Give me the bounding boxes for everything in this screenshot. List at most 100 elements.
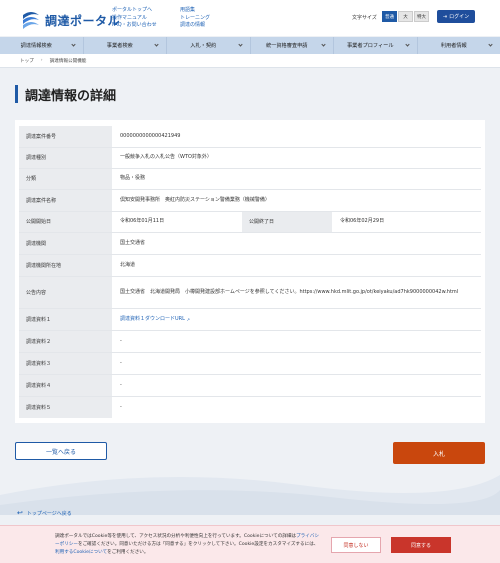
portal-top-link[interactable]: ポータルトップへ — [112, 7, 152, 13]
row-label: 調達種別 — [19, 147, 112, 168]
external-link-icon: ↗ — [186, 316, 190, 322]
row-label: 分類 — [19, 168, 112, 189]
back-to-top-label: トップページへ戻る — [26, 510, 72, 517]
table-row: 調達資料１ 調達資料１ダウンロードURL ↗ — [19, 308, 481, 330]
login-button[interactable]: ⇥ ログイン — [437, 10, 475, 23]
bid-button[interactable]: 入札 — [393, 442, 485, 464]
portal-logo[interactable]: 調達ポータル — [20, 10, 120, 30]
doc1-download-link[interactable]: 調達資料１ダウンロードURL ↗ — [120, 316, 190, 322]
font-size-xlarge-button[interactable]: 特大 — [414, 11, 429, 22]
return-arrow-icon: ↩ — [17, 509, 23, 517]
table-row: 調達機関所在地 北海道 — [19, 254, 481, 276]
detail-table: 調達案件番号 0000000000000421949 調達種別 一般競争入札の入札公… — [19, 126, 481, 418]
back-to-top-link[interactable]: ↩ トップページへ戻る — [17, 509, 72, 517]
detail-panel: 調達案件番号 0000000000000421949 調達種別 一般競争入札の入札公… — [15, 120, 485, 423]
category: 物品・役務 — [120, 175, 146, 181]
row-label: 公開終了日 — [242, 211, 332, 232]
table-row: 調達案件名称 倶知安開発事務所 奥紅内防災ステーション警備業務（機械警備） — [19, 189, 481, 211]
cookie-text-1: 調達ポータルではCookie等を使用して、アクセス状況の分析や利便性向上を行って… — [55, 534, 297, 539]
procurement-info-link[interactable]: 調達の情報 — [180, 22, 205, 28]
row-label: 調達機関所在地 — [19, 254, 112, 276]
site-header: 調達ポータル ポータルトップへ 操作マニュアル FAQ・お問い合わせ 用語集 ト… — [0, 0, 500, 36]
chevron-down-icon — [70, 42, 76, 47]
background-wave — [0, 475, 500, 515]
table-row: 調達機関 国土交通省 — [19, 232, 481, 254]
breadcrumb-current: 調達情報公開機能 — [49, 58, 87, 64]
nav-item-business-search[interactable]: 事業者検索 — [84, 37, 167, 54]
table-row: 調達資料４ - — [19, 374, 481, 396]
nav-label: 統一資格審査申請 — [265, 43, 308, 49]
breadcrumb: トップ › 調達情報公開機能 — [0, 54, 500, 68]
table-row: 公開開始日 令和06年01月11日 公開終了日 令和06年02月29日 — [19, 211, 481, 232]
cookie-text-2: をご確認ください。同意いただける方は「同意する」をクリックして下さい。Cooki… — [77, 542, 319, 547]
cookie-usage-link[interactable]: 利用するCookieについて — [55, 550, 107, 555]
row-label: 調達案件番号 — [19, 126, 112, 147]
global-nav: 調達情報検索 事業者検索 入札・契約 統一資格審査申請 事業者プロフィール 利用… — [0, 37, 500, 54]
header-links-2: 用語集 トレーニング 調達の情報 — [180, 7, 210, 30]
cookie-text-3: をご利用ください。 — [107, 550, 149, 555]
font-size-large-button[interactable]: 大 — [398, 11, 413, 22]
publish-start-date: 令和06年01月11日 — [120, 218, 165, 224]
cookie-deny-button[interactable]: 同意しない — [331, 537, 381, 553]
cookie-agree-button[interactable]: 同意する — [391, 537, 451, 553]
font-size-normal-button[interactable]: 普通 — [382, 11, 397, 22]
row-label: 調達機関 — [19, 232, 112, 254]
back-to-list-button[interactable]: 一覧へ戻る — [15, 442, 107, 460]
agency-location: 北海道 — [120, 261, 136, 268]
breadcrumb-home[interactable]: トップ — [20, 58, 34, 64]
nav-label: 調達情報検索 — [20, 43, 52, 49]
table-row: 調達案件番号 0000000000000421949 — [19, 126, 481, 147]
chevron-down-icon — [154, 42, 159, 47]
procuring-agency: 国土交通省 — [120, 239, 146, 246]
faq-link[interactable]: FAQ・お問い合わせ — [112, 22, 157, 28]
table-row: 調達資料５ - — [19, 396, 481, 418]
font-size-switcher: 普通 大 特大 — [382, 11, 430, 22]
login-icon: ⇥ — [442, 13, 448, 20]
publish-end-date: 令和06年02月29日 — [340, 218, 385, 224]
procurement-type: 一般競争入札の入札公告（WTO対象外） — [120, 154, 212, 160]
row-label: 調達資料１ — [19, 308, 112, 330]
row-label: 調達資料３ — [19, 352, 112, 374]
table-row: 調達資料３ - — [19, 352, 481, 374]
chevron-down-icon — [321, 42, 326, 47]
logo-text: 調達ポータル — [45, 13, 121, 28]
manual-link[interactable]: 操作マニュアル — [112, 15, 147, 21]
title-accent — [15, 85, 18, 103]
chevron-right-icon: › — [40, 58, 43, 63]
chevron-down-icon — [488, 42, 493, 47]
nav-item-search[interactable]: 調達情報検索 — [0, 37, 84, 54]
row-label: 公告内容 — [19, 276, 112, 308]
page-title: 調達情報の詳細 — [25, 88, 117, 104]
page-title-bar: 調達情報の詳細 — [15, 85, 117, 104]
case-number: 0000000000000421949 — [120, 132, 181, 139]
cookie-banner: 調達ポータルではCookie等を使用して、アクセス状況の分析や利便性向上を行って… — [0, 525, 500, 563]
chevron-down-icon — [237, 42, 243, 47]
table-row: 調達資料２ - — [19, 330, 481, 352]
doc1-cell: 調達資料１ダウンロードURL ↗ — [112, 308, 481, 330]
row-label: 調達資料２ — [19, 330, 112, 352]
doc5-value: - — [120, 403, 122, 410]
table-row: 公告内容 国土交通省 北海道開発局 小樽開発建設部ホームページを参照してください。… — [19, 276, 481, 308]
row-label: 調達資料５ — [19, 396, 112, 418]
nav-label: 入札・契約 — [190, 43, 217, 49]
nav-item-bid-contract[interactable]: 入札・契約 — [167, 37, 251, 54]
row-label: 調達資料４ — [19, 374, 112, 396]
nav-item-profile[interactable]: 事業者プロフィール — [334, 37, 418, 54]
nav-item-qualification[interactable]: 統一資格審査申請 — [251, 37, 334, 54]
row-label: 公開開始日 — [19, 211, 112, 232]
notice-content: 国土交通省 北海道開発局 小樽開発建設部ホームページを参照してください。http… — [120, 288, 459, 295]
row-label: 調達案件名称 — [19, 189, 112, 211]
cookie-message: 調達ポータルではCookie等を使用して、アクセス状況の分析や利便性向上を行って… — [55, 533, 320, 557]
nav-label: 事業者プロフィール — [346, 43, 394, 49]
nav-label: 利用者情報 — [440, 43, 467, 49]
training-link[interactable]: トレーニング — [180, 15, 210, 21]
login-label: ログイン — [449, 14, 470, 20]
header-links-1: ポータルトップへ 操作マニュアル FAQ・お問い合わせ — [112, 7, 157, 30]
doc1-link-text: 調達資料１ダウンロードURL — [120, 315, 185, 322]
doc2-value: - — [120, 337, 122, 344]
chevron-down-icon — [404, 42, 410, 47]
nav-label: 事業者検索 — [106, 43, 133, 49]
glossary-link[interactable]: 用語集 — [180, 7, 195, 13]
table-row: 調達種別 一般競争入札の入札公告（WTO対象外） — [19, 147, 481, 168]
nav-item-user-info[interactable]: 利用者情報 — [418, 37, 500, 54]
